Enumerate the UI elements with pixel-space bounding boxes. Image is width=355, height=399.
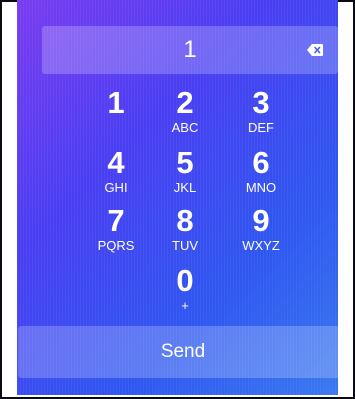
key-digit: 3: [252, 85, 270, 120]
key-letters: TUV: [172, 238, 198, 253]
key-digit: 0: [176, 263, 194, 298]
key-0[interactable]: 0 +: [150, 264, 220, 322]
key-digit: 1: [107, 85, 125, 120]
key-letters: ABC: [171, 120, 199, 135]
key-9[interactable]: 9 WXYZ: [226, 204, 296, 262]
key-5[interactable]: 5 JKL: [150, 146, 220, 204]
key-8[interactable]: 8 TUV: [150, 204, 220, 262]
key-digit: 8: [176, 203, 194, 238]
key-digit: 4: [107, 145, 125, 180]
dialer-screen: 1 1 2 ABC 3 DEF 4 GHI 5 JKL 6 MNO 7 PQRS…: [17, 0, 338, 395]
number-entry-field[interactable]: 1: [42, 26, 338, 74]
backspace-icon[interactable]: [306, 43, 324, 57]
key-digit: 6: [252, 145, 270, 180]
key-letters: JKL: [173, 180, 197, 195]
key-1[interactable]: 1: [81, 86, 151, 144]
key-letters: WXYZ: [242, 238, 280, 253]
key-3[interactable]: 3 DEF: [226, 86, 296, 144]
key-digit: 9: [252, 203, 270, 238]
key-digit: 5: [176, 145, 194, 180]
key-letters: +: [181, 298, 189, 313]
entered-number: 1: [183, 36, 197, 63]
key-digit: 7: [107, 203, 125, 238]
key-letters: GHI: [104, 180, 128, 195]
key-letters: PQRS: [97, 238, 135, 253]
key-letters: MNO: [245, 180, 277, 195]
send-button[interactable]: Send: [18, 326, 338, 378]
key-4[interactable]: 4 GHI: [81, 146, 151, 204]
key-6[interactable]: 6 MNO: [226, 146, 296, 204]
key-digit: 2: [176, 85, 194, 120]
key-2[interactable]: 2 ABC: [150, 86, 220, 144]
key-7[interactable]: 7 PQRS: [81, 204, 151, 262]
key-letters: DEF: [248, 120, 274, 135]
